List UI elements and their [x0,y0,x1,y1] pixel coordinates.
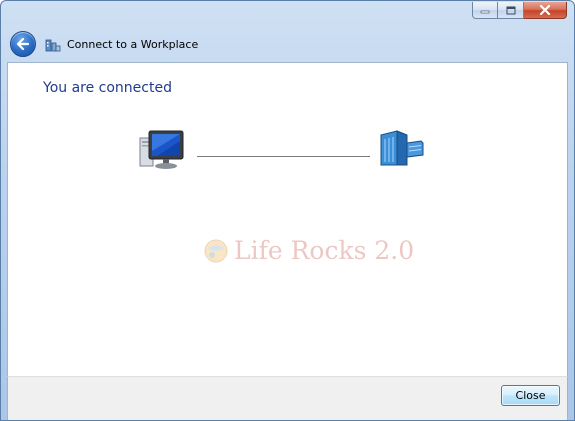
globe-logo-icon [204,239,228,262]
back-arrow-icon [16,38,30,50]
connection-line [197,156,370,157]
wizard-title: Connect to a Workplace [67,37,199,51]
server-icon [377,129,427,173]
wizard-window: Connect to a Workplace You are connected [0,0,575,421]
window-close-button[interactable] [524,2,567,19]
watermark: Life Rocks 2.0 [203,236,414,265]
back-button[interactable] [10,31,36,57]
watermark-text: Life Rocks 2.0 [234,236,415,265]
minimize-icon [480,10,490,14]
content-panel: You are connected Life Rocks 2.0 [7,62,568,377]
maximize-button[interactable] [498,2,524,19]
computer-icon [137,129,187,177]
maximize-icon [506,6,515,14]
workplace-network-icon [45,36,61,52]
caption-buttons [472,2,567,20]
minimize-button[interactable] [472,2,498,19]
footer-bar: Close [7,376,568,420]
page-heading: You are connected [43,80,172,96]
close-button[interactable]: Close [501,385,560,406]
close-x-icon [539,5,551,15]
navigation-bar: Connect to a Workplace [7,26,568,62]
